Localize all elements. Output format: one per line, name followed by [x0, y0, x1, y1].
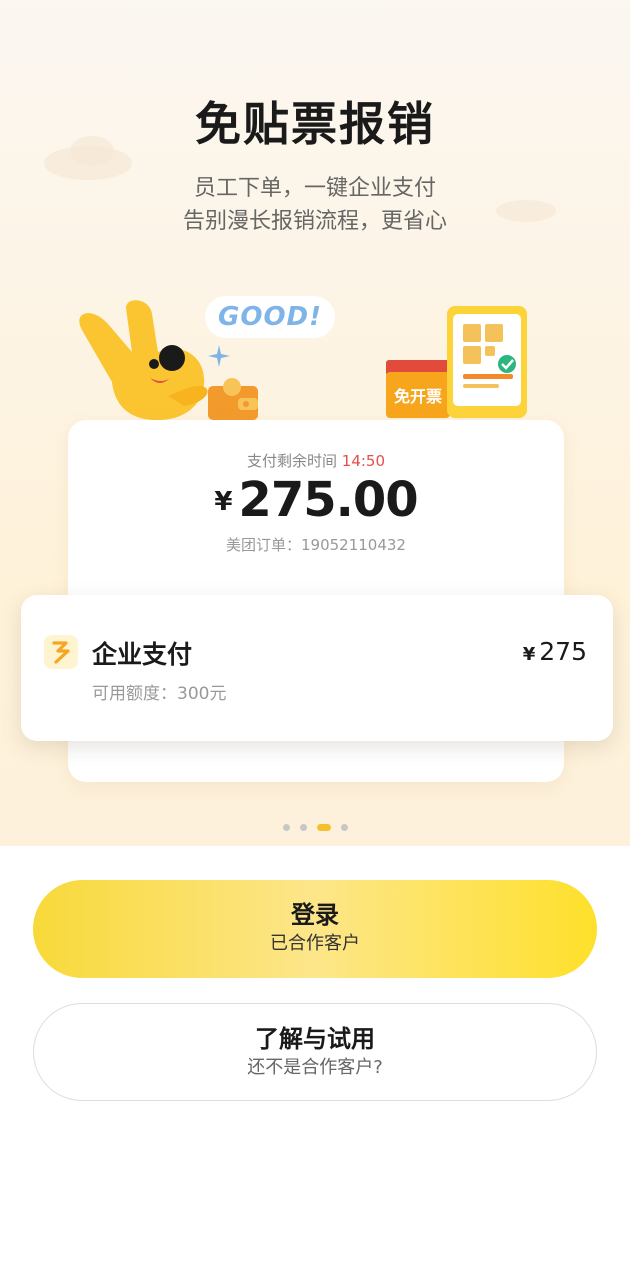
- phone-qrcode-illustration: [447, 306, 527, 418]
- mascot-illustration: [79, 300, 208, 421]
- carousel-dot[interactable]: [340, 824, 348, 831]
- carousel-dot[interactable]: [299, 824, 307, 831]
- order-number: 美团订单：19052110432: [226, 536, 406, 554]
- enterprise-pay-amount: ¥275: [523, 637, 587, 666]
- learn-and-trial-button[interactable]: 了解与试用 还不是合作客户?: [33, 1003, 597, 1101]
- page: 免贴票报销 员工下单，一键企业支付 告别漫长报销流程，更省心 GOOD! 免开票: [0, 0, 630, 1280]
- currency-symbol: ¥: [214, 487, 233, 517]
- banner-subtitle-line1: 员工下单，一键企业支付: [193, 176, 436, 201]
- enterprise-pay-amount-value: 275: [539, 637, 587, 666]
- carousel-dot-active[interactable]: [316, 824, 331, 831]
- order-amount-value: 275.00: [238, 472, 418, 528]
- payment-countdown-value: 14:50: [341, 452, 386, 470]
- banner-subtitle-line2: 告别漫长报销流程，更省心: [182, 209, 447, 234]
- carousel-dot[interactable]: [282, 824, 290, 831]
- login-button-sublabel: 已合作客户: [270, 933, 360, 954]
- enterprise-pay-card: 企业支付 ¥275 可用额度：300元: [21, 595, 613, 741]
- promo-banner: 免贴票报销 员工下单，一键企业支付 告别漫长报销流程，更省心 GOOD! 免开票: [0, 0, 630, 846]
- sparkle-icon: [208, 345, 230, 367]
- carousel-indicator: [0, 824, 630, 831]
- wallet-icon: [208, 378, 258, 420]
- login-button[interactable]: 登录 已合作客户: [33, 880, 597, 978]
- currency-symbol: ¥: [522, 644, 536, 665]
- payment-countdown-label: 支付剩余时间: [246, 452, 337, 470]
- good-speech-bubble: GOOD!: [205, 296, 335, 338]
- enterprise-pay-title: 企业支付: [92, 640, 193, 669]
- banner-title: 免贴票报销: [195, 97, 435, 151]
- login-button-label: 登录: [291, 901, 339, 929]
- no-invoice-gift-box: 免开票: [386, 372, 450, 418]
- payment-countdown: 支付剩余时间 14:50: [68, 450, 564, 471]
- enterprise-pay-logo-icon: [44, 635, 78, 669]
- learn-button-label: 了解与试用: [255, 1025, 375, 1053]
- learn-button-sublabel: 还不是合作客户?: [247, 1057, 383, 1078]
- available-quota: 可用额度：300元: [92, 684, 227, 704]
- order-amount: ¥275.00: [68, 472, 564, 528]
